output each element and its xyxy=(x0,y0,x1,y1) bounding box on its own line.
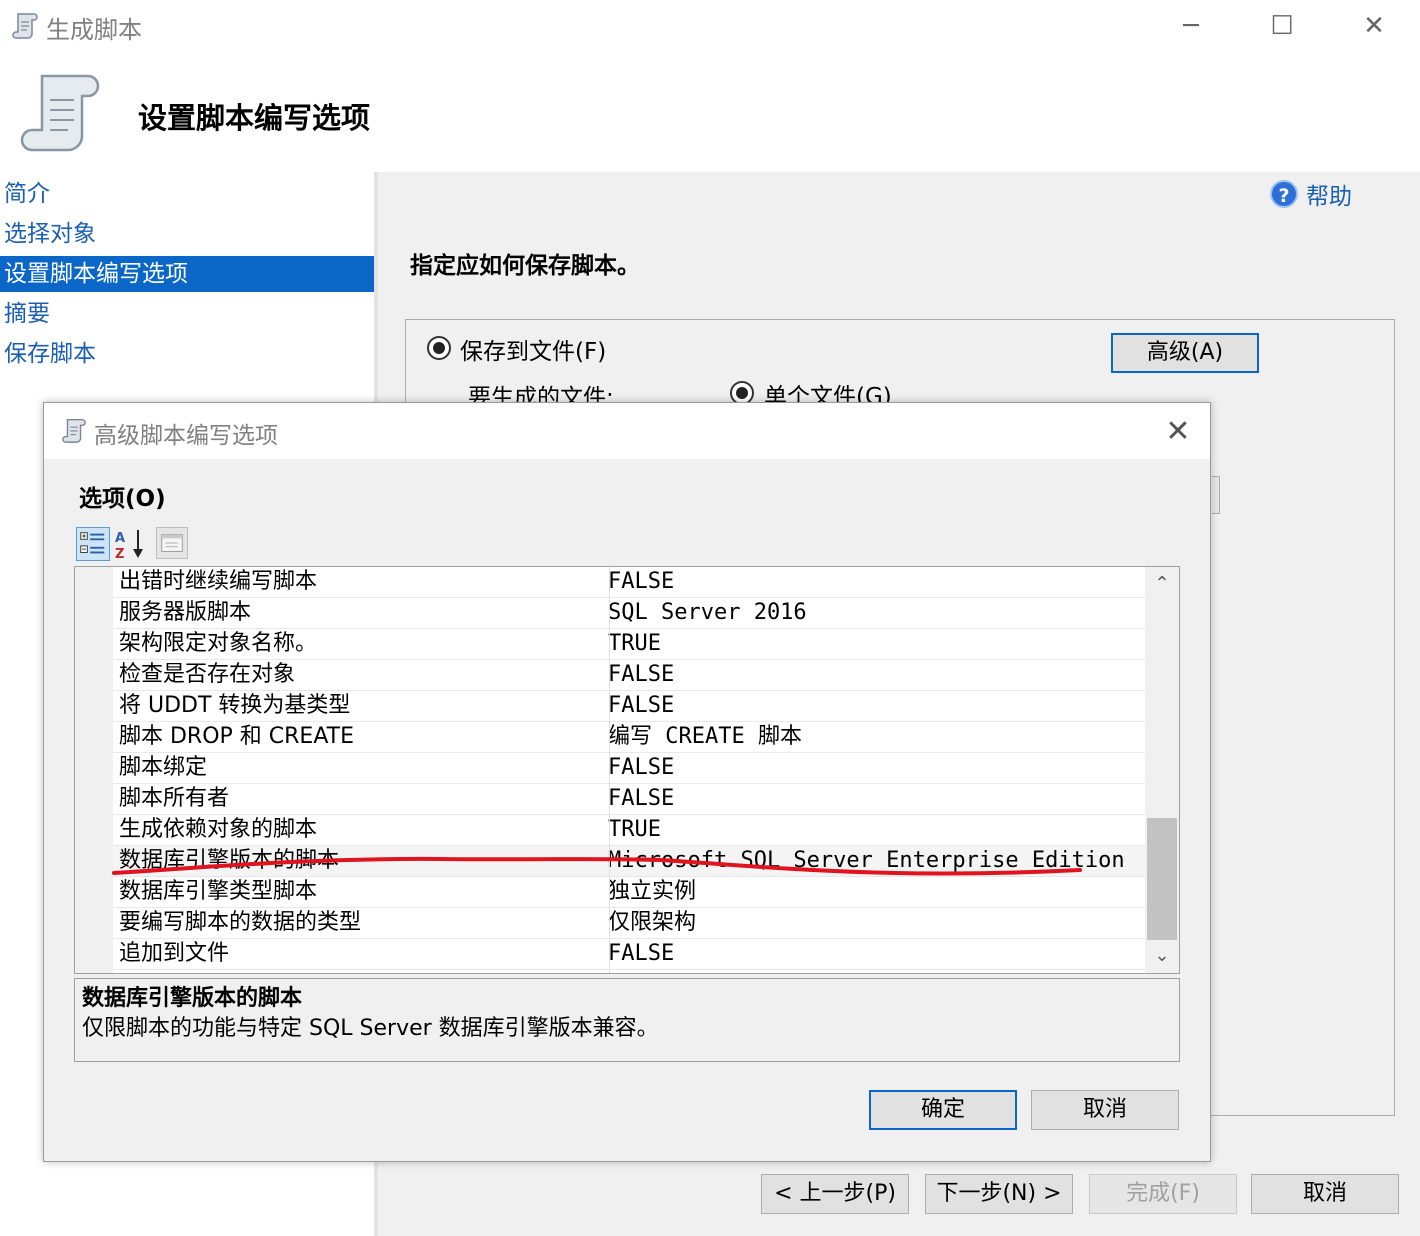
property-pages-icon[interactable] xyxy=(156,527,188,559)
grid-row-value[interactable]: 仅限架构 xyxy=(608,908,696,938)
grid-row-name: 检查是否存在对象 xyxy=(119,662,296,687)
ok-button[interactable]: 确定 xyxy=(869,1090,1017,1130)
finish-button[interactable]: 完成(F) xyxy=(1089,1174,1237,1214)
grid-row-value[interactable]: TRUE xyxy=(608,629,661,659)
scrollbar-thumb[interactable] xyxy=(1147,818,1177,940)
page-title: 设置脚本编写选项 xyxy=(138,101,371,135)
scroll-icon xyxy=(62,419,86,443)
grid-row-name: 数据库引擎类型脚本 xyxy=(119,879,318,904)
grid-row-value[interactable]: FALSE xyxy=(608,784,674,814)
nav-item-summary[interactable]: 摘要 xyxy=(0,296,374,332)
grid-row[interactable]: 服务器版脚本 SQL Server 2016 xyxy=(113,598,1179,629)
grid-row-name: 要编写脚本的数据的类型 xyxy=(119,910,362,935)
save-prompt: 指定应如何保存脚本。 xyxy=(410,253,640,279)
help-link[interactable]: 帮助 xyxy=(1306,177,1352,211)
grid-row[interactable]: 数据库引擎类型脚本 独立实例 xyxy=(113,877,1179,908)
grid-row-value[interactable]: 编写 CREATE 脚本 xyxy=(608,722,802,752)
grid-row-name: 脚本 DROP 和 CREATE xyxy=(119,724,355,749)
dialog-cancel-button[interactable]: 取消 xyxy=(1031,1090,1179,1130)
grid-row-name: 数据库引擎版本的脚本 xyxy=(119,848,340,873)
scroll-up-icon[interactable]: ⌃ xyxy=(1145,568,1179,600)
property-grid[interactable]: 出错时继续编写脚本 FALSE 服务器版脚本 SQL Server 2016 架构限定对… xyxy=(74,566,1180,974)
grid-row-name: 生成依赖对象的脚本 xyxy=(119,817,318,842)
grid-row-value[interactable]: FALSE xyxy=(608,660,674,690)
grid-row-name: 脚本所有者 xyxy=(119,786,230,811)
grid-row-name: 架构限定对象名称。 xyxy=(119,631,318,656)
nav-item-scripting-options[interactable]: 设置脚本编写选项 xyxy=(0,256,374,292)
previous-button[interactable]: < 上一步(P) xyxy=(761,1174,909,1214)
cancel-button[interactable]: 取消 xyxy=(1251,1174,1399,1214)
grid-row[interactable]: 出错时继续编写脚本 FALSE xyxy=(113,567,1179,598)
browse-button-edge[interactable] xyxy=(1212,476,1220,514)
nav-item-intro[interactable]: 简介 xyxy=(0,176,374,212)
options-label: 选项(O) xyxy=(79,486,166,512)
grid-column-divider[interactable] xyxy=(609,567,610,973)
grid-row-value[interactable]: FALSE xyxy=(608,939,674,969)
next-button[interactable]: 下一步(N) > xyxy=(925,1174,1073,1214)
description-body: 仅限脚本的功能与特定 SQL Server 数据库引擎版本兼容。 xyxy=(82,1016,659,1041)
dialog-title: 高级脚本编写选项 xyxy=(94,423,278,449)
grid-row[interactable]: 将 UDDT 转换为基类型 FALSE xyxy=(113,691,1179,722)
close-button[interactable]: ✕ xyxy=(1350,8,1398,44)
maximize-button[interactable]: ☐ xyxy=(1258,8,1306,44)
scroll-icon xyxy=(20,74,100,152)
minimize-button[interactable]: ─ xyxy=(1167,8,1215,44)
nav-item-choose-objects[interactable]: 选择对象 xyxy=(0,216,374,252)
grid-row[interactable]: 追加到文件 FALSE xyxy=(113,939,1179,970)
alphabetical-sort-icon[interactable]: A Z xyxy=(113,527,149,561)
grid-row-value[interactable]: 独立实例 xyxy=(608,877,696,907)
grid-row[interactable]: 生成依赖对象的脚本 TRUE xyxy=(113,815,1179,846)
grid-row[interactable]: 架构限定对象名称。 TRUE xyxy=(113,629,1179,660)
scroll-icon xyxy=(12,13,38,39)
description-title: 数据库引擎版本的脚本 xyxy=(82,986,303,1011)
grid-row-name: 将 UDDT 转换为基类型 xyxy=(119,693,351,718)
advanced-button[interactable]: 高级(A) xyxy=(1111,333,1259,373)
grid-row-name: 服务器版脚本 xyxy=(119,600,252,625)
nav-item-save-scripts[interactable]: 保存脚本 xyxy=(0,336,374,372)
grid-row-value[interactable]: FALSE xyxy=(608,753,674,783)
categorized-view-icon[interactable] xyxy=(76,527,110,561)
save-to-file-radio[interactable] xyxy=(427,336,451,360)
save-to-file-label[interactable]: 保存到文件(F) xyxy=(460,332,606,366)
grid-row-value[interactable]: Microsoft SQL Server Enterprise Edition xyxy=(608,846,1125,876)
dialog-close-button[interactable]: ✕ xyxy=(1158,412,1198,452)
grid-row-value[interactable]: SQL Server 2016 xyxy=(608,598,807,628)
help-icon[interactable]: ? xyxy=(1270,180,1298,208)
grid-row[interactable]: 数据库引擎版本的脚本 Microsoft SQL Server Enterpris… xyxy=(113,846,1179,877)
grid-row[interactable]: 脚本绑定 FALSE xyxy=(113,753,1179,784)
grid-row-value[interactable]: TRUE xyxy=(608,815,661,845)
scroll-down-icon[interactable]: ⌄ xyxy=(1145,940,1179,972)
window-title: 生成脚本 xyxy=(46,16,142,44)
grid-row-name: 追加到文件 xyxy=(119,941,230,966)
grid-row[interactable]: 脚本 DROP 和 CREATE 编写 CREATE 脚本 xyxy=(113,722,1179,753)
grid-row-value[interactable]: FALSE xyxy=(608,691,674,721)
grid-row[interactable]: 检查是否存在对象 FALSE xyxy=(113,660,1179,691)
grid-row-name: 出错时继续编写脚本 xyxy=(119,569,318,594)
grid-gutter xyxy=(75,567,113,973)
svg-text:A: A xyxy=(115,531,125,546)
grid-row[interactable]: 要编写脚本的数据的类型 仅限架构 xyxy=(113,908,1179,939)
grid-row-value[interactable]: FALSE xyxy=(608,567,674,597)
svg-text:Z: Z xyxy=(115,547,124,561)
grid-row-name: 脚本绑定 xyxy=(119,755,208,780)
grid-row[interactable]: 脚本所有者 FALSE xyxy=(113,784,1179,815)
